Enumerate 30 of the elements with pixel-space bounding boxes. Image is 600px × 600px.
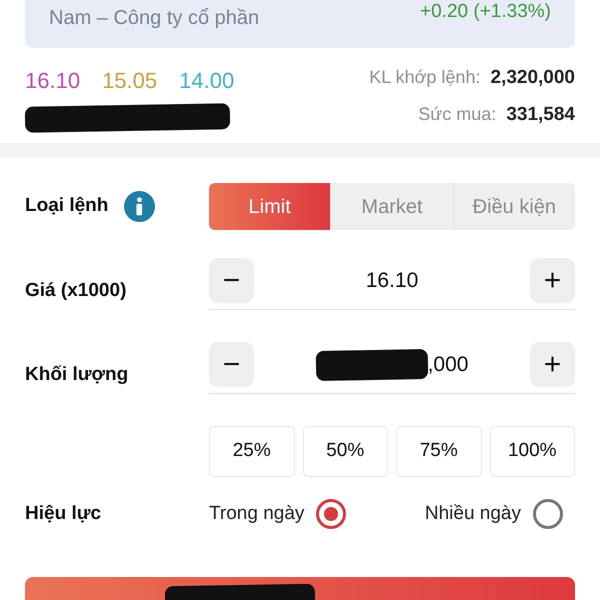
stat-label: Sức mua: xyxy=(418,102,496,126)
percent-button[interactable]: 25% xyxy=(209,426,294,477)
percent-button[interactable]: 100% xyxy=(490,426,575,477)
price-value: 15.05 xyxy=(102,67,158,95)
stat-value: 2,320,000 xyxy=(490,66,575,90)
minus-button[interactable]: − xyxy=(209,258,254,303)
field-label: Giá (x1000) xyxy=(25,278,128,303)
radio-button[interactable] xyxy=(533,499,563,529)
radio-label[interactable]: Nhiều ngày xyxy=(424,500,521,528)
price-value: 16.10 xyxy=(366,268,418,294)
plus-button[interactable]: + xyxy=(530,342,575,387)
minus-button[interactable]: − xyxy=(209,342,254,387)
plus-button[interactable]: + xyxy=(530,258,575,303)
radio-button[interactable] xyxy=(316,499,346,529)
field-label: Loại lệnh xyxy=(25,194,108,218)
field-label: Hiệu lực xyxy=(25,502,102,526)
quantity-value: ,000 xyxy=(428,352,468,378)
field-label: Khối lượng xyxy=(25,362,130,387)
info-icon[interactable] xyxy=(124,191,156,222)
stat-label: KL khớp lệnh: xyxy=(369,66,480,89)
radio-label[interactable]: Trong ngày xyxy=(209,500,304,528)
order-button[interactable] xyxy=(25,577,575,600)
price-value: 16.10 xyxy=(25,67,80,95)
price-change: +0.20 (+1.33%) xyxy=(420,2,551,21)
price-value: 14.00 xyxy=(179,67,234,95)
stat-value: 331,584 xyxy=(506,102,575,126)
percent-button[interactable]: 75% xyxy=(396,426,482,477)
order-type-tab[interactable]: Limit xyxy=(209,183,330,230)
company-name: Nam – Công ty cổ phần xyxy=(49,8,260,28)
percent-button[interactable]: 50% xyxy=(302,426,388,477)
